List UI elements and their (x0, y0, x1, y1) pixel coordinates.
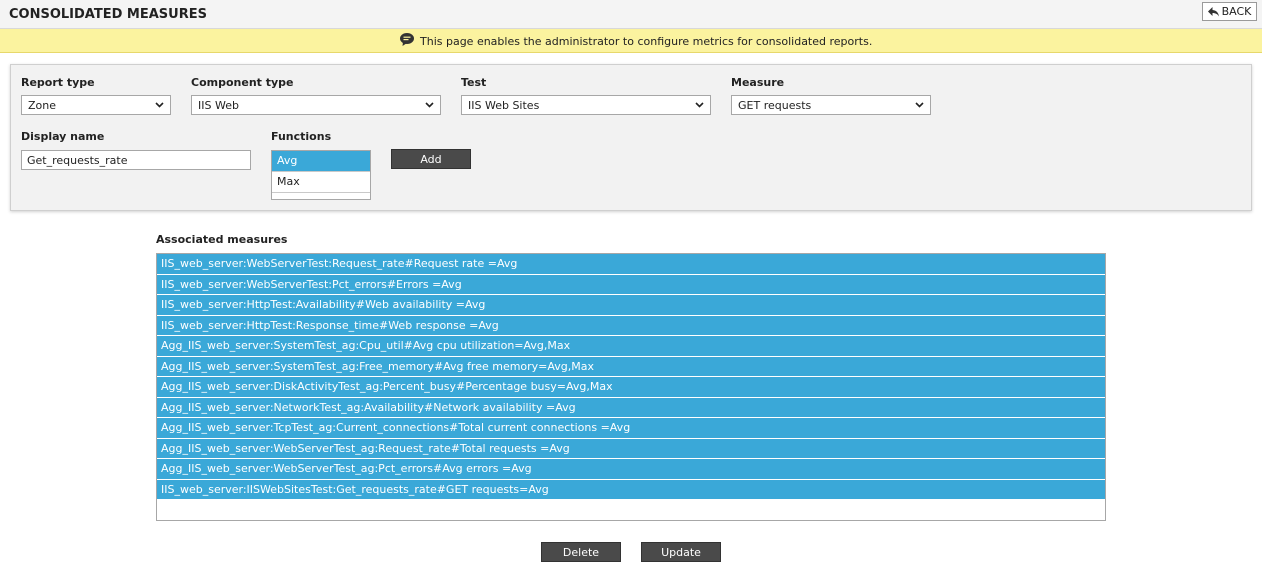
component-type-label: Component type (191, 76, 294, 89)
measure-value: GET requests (738, 98, 812, 112)
list-item[interactable]: IIS_web_server:WebServerTest:Request_rat… (157, 254, 1105, 275)
list-item[interactable]: IIS_web_server:HttpTest:Availability#Web… (157, 295, 1105, 316)
chevron-down-icon (425, 102, 434, 108)
chevron-down-icon (155, 102, 164, 108)
add-button[interactable]: Add (391, 149, 471, 169)
component-type-select[interactable]: IIS Web (191, 95, 441, 115)
list-item[interactable]: IIS_web_server:WebServerTest:Pct_errors#… (157, 274, 1105, 295)
delete-button[interactable]: Delete (541, 542, 621, 562)
list-item[interactable]: Agg_IIS_web_server:DiskActivityTest_ag:P… (157, 377, 1105, 398)
test-label: Test (461, 76, 487, 89)
list-item[interactable]: Agg_IIS_web_server:SystemTest_ag:Cpu_uti… (157, 336, 1105, 357)
display-name-label: Display name (21, 130, 105, 143)
component-type-value: IIS Web (198, 98, 239, 112)
list-item[interactable]: Agg_IIS_web_server:TcpTest_ag:Current_co… (157, 418, 1105, 439)
display-name-input[interactable]: Get_requests_rate (21, 150, 251, 170)
function-option-avg[interactable]: Avg (272, 151, 370, 172)
test-value: IIS Web Sites (468, 98, 540, 112)
measure-select[interactable]: GET requests (731, 95, 931, 115)
function-option-max[interactable]: Max (272, 172, 370, 193)
list-item[interactable]: Agg_IIS_web_server:NetworkTest_ag:Availa… (157, 397, 1105, 418)
functions-listbox[interactable]: Avg Max (271, 150, 371, 200)
list-item[interactable]: Agg_IIS_web_server:WebServerTest_ag:Requ… (157, 438, 1105, 459)
info-bar: This page enables the administrator to c… (0, 29, 1262, 53)
display-name-value: Get_requests_rate (27, 153, 128, 167)
back-arrow-icon (1207, 6, 1219, 17)
list-item[interactable]: IIS_web_server:IISWebSitesTest:Get_reque… (157, 479, 1105, 500)
page-header: CONSOLIDATED MEASURES BACK (0, 0, 1262, 29)
report-type-value: Zone (28, 98, 57, 112)
page-title: CONSOLIDATED MEASURES (9, 7, 207, 22)
associated-measures-list[interactable]: IIS_web_server:WebServerTest:Request_rat… (156, 253, 1106, 521)
functions-label: Functions (271, 130, 332, 143)
list-item[interactable]: IIS_web_server:HttpTest:Response_time#We… (157, 315, 1105, 336)
chevron-down-icon (695, 102, 704, 108)
report-type-select[interactable]: Zone (21, 95, 171, 115)
info-message: This page enables the administrator to c… (420, 34, 873, 48)
measure-label: Measure (731, 76, 785, 89)
speech-bubble-icon (400, 33, 414, 49)
test-select[interactable]: IIS Web Sites (461, 95, 711, 115)
chevron-down-icon (915, 102, 924, 108)
report-type-label: Report type (21, 76, 95, 89)
associated-measures-label: Associated measures (156, 233, 288, 246)
list-item[interactable]: Agg_IIS_web_server:WebServerTest_ag:Pct_… (157, 459, 1105, 480)
configuration-panel: Report type Zone Component type IIS Web … (10, 64, 1252, 211)
back-button-label: BACK (1221, 5, 1252, 18)
back-button[interactable]: BACK (1202, 2, 1257, 21)
update-button[interactable]: Update (641, 542, 721, 562)
list-item[interactable]: Agg_IIS_web_server:SystemTest_ag:Free_me… (157, 356, 1105, 377)
